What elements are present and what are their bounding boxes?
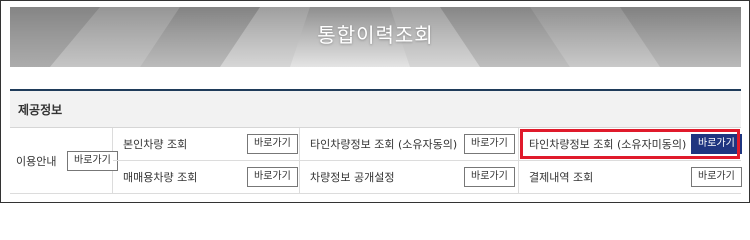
services-grid: 이용안내 바로가기 본인차량 조회 바로가기 타인차량정보 조회 (소유자동의)… (10, 128, 742, 194)
service-cell-payment-history: 결제내역 조회 바로가기 (519, 161, 742, 194)
service-cell-own-vehicle: 본인차량 조회 바로가기 (113, 128, 300, 161)
own-vehicle-button[interactable]: 바로가기 (247, 134, 298, 154)
service-label: 차량정보 공개설정 (310, 171, 395, 184)
service-label: 타인차량정보 조회 (소유자동의) (310, 138, 458, 151)
service-label: 본인차량 조회 (123, 138, 188, 151)
others-consent-button[interactable]: 바로가기 (464, 134, 515, 154)
service-label: 결제내역 조회 (529, 171, 594, 184)
trade-vehicle-button[interactable]: 바로가기 (247, 167, 298, 187)
provided-info-section: 제공정보 이용안내 바로가기 본인차량 조회 바로가기 타인차량정보 조회 (소… (10, 89, 742, 194)
section-title: 제공정보 (18, 103, 63, 117)
service-cell-others-consent: 타인차량정보 조회 (소유자동의) 바로가기 (300, 128, 519, 161)
section-header: 제공정보 (10, 91, 741, 128)
usage-guide-cell: 이용안내 바로가기 (10, 128, 118, 194)
highlight-box (520, 129, 740, 159)
service-label: 매매용차량 조회 (123, 171, 198, 184)
payment-history-button[interactable]: 바로가기 (691, 167, 742, 187)
service-cell-trade-vehicle: 매매용차량 조회 바로가기 (113, 161, 300, 194)
service-cell-disclosure-settings: 차량정보 공개설정 바로가기 (300, 161, 519, 194)
usage-guide-button[interactable]: 바로가기 (67, 150, 118, 171)
page-banner: 통합이력조회 (10, 7, 741, 67)
usage-guide-label: 이용안내 (16, 154, 57, 168)
page-title: 통합이력조회 (317, 23, 434, 47)
page-frame: 통합이력조회 제공정보 이용안내 바로가기 본인차량 조회 바로가기 타인차량정… (0, 0, 750, 203)
disclosure-settings-button[interactable]: 바로가기 (464, 167, 515, 187)
